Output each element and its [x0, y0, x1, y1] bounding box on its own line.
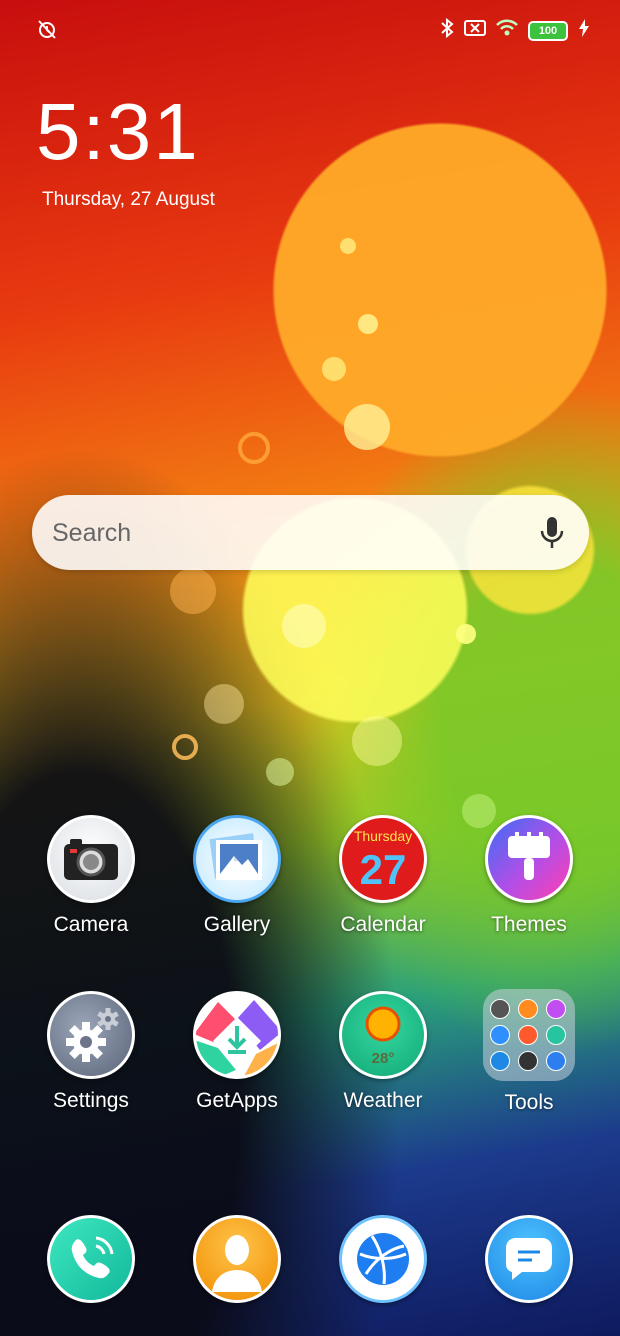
battery-icon: 100 — [528, 20, 568, 41]
getapps-icon — [193, 991, 281, 1079]
app-label: Gallery — [203, 913, 271, 936]
app-camera[interactable]: Camera — [26, 815, 156, 937]
phone-icon — [47, 1215, 135, 1303]
calendar-icon: Thursday 27 — [339, 815, 427, 903]
search-bar[interactable] — [32, 495, 589, 570]
app-label: Themes — [491, 913, 567, 936]
weather-icon: 28° — [339, 991, 427, 1079]
no-sim-icon — [464, 19, 486, 42]
camera-icon — [47, 815, 135, 903]
app-label: Weather — [343, 1089, 423, 1112]
dock-browser[interactable] — [318, 1215, 448, 1303]
bokeh-circle — [282, 604, 326, 648]
gear-icon — [47, 991, 135, 1079]
compass-icon — [518, 999, 538, 1019]
browser-icon — [339, 1215, 427, 1303]
app-settings[interactable]: Settings — [26, 991, 156, 1113]
calendar-day-name: Thursday — [353, 828, 413, 844]
app-calendar[interactable]: Thursday 27 Calendar — [318, 815, 448, 937]
app-icon — [546, 999, 566, 1019]
dock-phone[interactable] — [26, 1215, 156, 1303]
bokeh-circle — [170, 568, 216, 614]
bokeh-circle — [344, 404, 390, 450]
folder-preview — [483, 989, 575, 1081]
app-label: Tools — [504, 1091, 554, 1114]
dock-contacts[interactable] — [172, 1215, 302, 1303]
recorder-icon — [490, 1025, 510, 1045]
contacts-icon — [193, 1215, 281, 1303]
scanner-icon — [546, 1025, 566, 1045]
microphone-icon[interactable] — [539, 515, 565, 556]
status-bar: 100 — [0, 14, 620, 44]
bokeh-circle — [340, 238, 356, 254]
bluetooth-icon — [440, 17, 454, 43]
app-label: GetApps — [196, 1089, 278, 1112]
bokeh-circle — [172, 734, 198, 760]
calendar-day-number: 27 — [359, 846, 407, 893]
charging-icon — [578, 18, 590, 43]
clock-icon — [518, 1051, 538, 1071]
gallery-icon — [193, 815, 281, 903]
app-tools-folder[interactable]: Tools — [464, 989, 594, 1115]
paintbrush-icon — [485, 815, 573, 903]
bokeh-circle — [322, 357, 346, 381]
downloads-icon — [490, 1051, 510, 1071]
app-label: Calendar — [340, 913, 426, 936]
bokeh-circle — [358, 314, 378, 334]
screen-recorder-icon — [518, 1025, 538, 1045]
clock-time[interactable]: 5:31 — [36, 92, 200, 172]
wifi-icon — [496, 19, 518, 42]
clock-date[interactable]: Thursday, 27 August — [42, 189, 215, 211]
weather-temperature: 28° — [371, 1050, 395, 1067]
app-themes[interactable]: Themes — [464, 815, 594, 937]
messages-icon — [485, 1215, 573, 1303]
bokeh-circle — [266, 758, 294, 786]
app-gallery[interactable]: Gallery — [172, 815, 302, 937]
app-weather[interactable]: 28° Weather — [318, 991, 448, 1113]
alarm-off-icon — [36, 20, 58, 44]
app-label: Camera — [53, 913, 129, 936]
bokeh-circle — [204, 684, 244, 724]
app-grid-icon — [490, 999, 510, 1019]
dock-messages[interactable] — [464, 1215, 594, 1303]
app-label: Settings — [53, 1089, 129, 1112]
bokeh-circle — [352, 716, 402, 766]
search-input[interactable] — [50, 513, 524, 553]
cleaner-icon — [546, 1051, 566, 1071]
bokeh-circle — [456, 624, 476, 644]
bokeh-circle — [238, 432, 270, 464]
app-getapps[interactable]: GetApps — [172, 991, 302, 1113]
